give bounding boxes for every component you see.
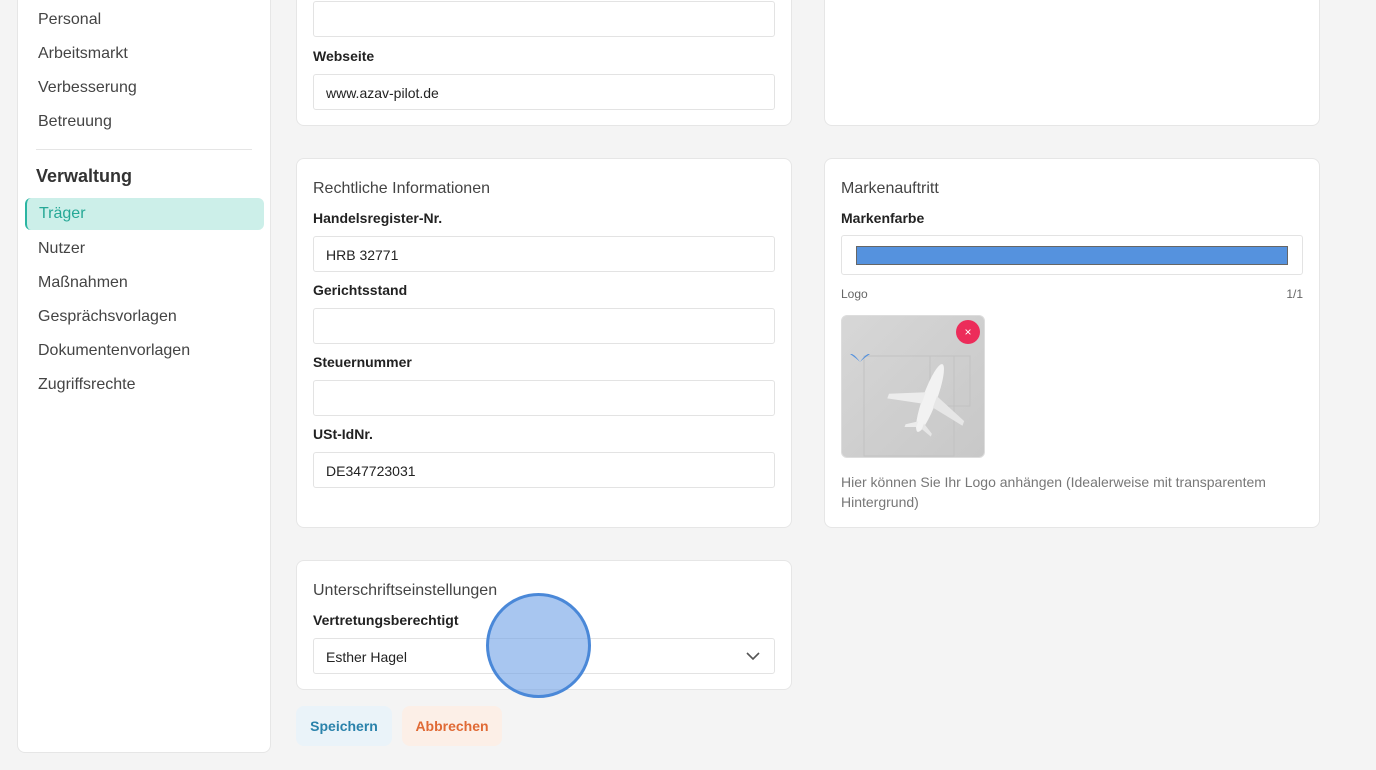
sidebar-item-arbeitsmarkt[interactable]: Arbeitsmarkt	[38, 45, 128, 63]
website-label: Webseite	[313, 48, 375, 64]
previous-field-input[interactable]	[313, 1, 775, 37]
tax-label: Steuernummer	[313, 354, 412, 370]
logo-label: Logo	[841, 287, 868, 301]
sidebar-item-personal[interactable]: Personal	[38, 11, 101, 29]
logo-count: 1/1	[1286, 287, 1303, 301]
cancel-button[interactable]: Abbrechen	[402, 706, 502, 746]
vat-label: USt-IdNr.	[313, 426, 373, 442]
contact-card: Webseite www.azav-pilot.de	[296, 0, 792, 126]
click-indicator	[486, 593, 591, 698]
logo-hint: Hier können Sie Ihr Logo anhängen (Ideal…	[841, 474, 1266, 510]
brand-card: Markenauftritt Markenfarbe Logo 1/1 × Hi…	[824, 158, 1320, 528]
representative-value: Esther Hagel	[326, 649, 407, 665]
brand-color-picker[interactable]	[841, 235, 1303, 275]
sidebar-item-nutzer[interactable]: Nutzer	[38, 240, 85, 258]
brand-info-card	[824, 0, 1320, 126]
save-button[interactable]: Speichern	[296, 706, 392, 746]
legal-card-title: Rechtliche Informationen	[313, 180, 490, 197]
signature-card-title: Unterschriftseinstellungen	[313, 582, 498, 599]
sidebar-item-label: Träger	[39, 205, 86, 222]
sidebar-item-betreuung[interactable]: Betreuung	[38, 113, 112, 131]
sidebar-divider	[36, 149, 252, 150]
brand-card-title: Markenauftritt	[841, 180, 939, 197]
sidebar-item-zugriffsrechte[interactable]: Zugriffsrechte	[38, 376, 136, 394]
legal-info-card: Rechtliche Informationen Handelsregister…	[296, 158, 792, 528]
brand-color-label: Markenfarbe	[841, 210, 925, 226]
tax-input[interactable]	[313, 380, 775, 416]
sidebar-item-traeger[interactable]: Träger	[25, 198, 264, 230]
representative-label: Vertretungsberechtigt	[313, 612, 459, 628]
website-input[interactable]: www.azav-pilot.de	[313, 74, 775, 110]
remove-logo-button[interactable]: ×	[956, 320, 980, 344]
vat-input[interactable]: DE347723031	[313, 452, 775, 488]
sidebar: Personal Arbeitsmarkt Verbesserung Betre…	[17, 0, 271, 753]
brand-color-swatch	[856, 246, 1288, 265]
register-input[interactable]: HRB 32771	[313, 236, 775, 272]
sidebar-item-dokumentenvorlagen[interactable]: Dokumentenvorlagen	[38, 342, 190, 360]
sidebar-item-massnahmen[interactable]: Maßnahmen	[38, 274, 128, 292]
sidebar-item-verbesserung[interactable]: Verbesserung	[38, 79, 137, 97]
court-input[interactable]	[313, 308, 775, 344]
sidebar-item-gespraechsvorlagen[interactable]: Gesprächsvorlagen	[38, 308, 177, 326]
court-label: Gerichtsstand	[313, 282, 408, 298]
close-icon: ×	[964, 325, 972, 339]
chevron-down-icon	[746, 652, 760, 661]
register-label: Handelsregister-Nr.	[313, 210, 443, 226]
sidebar-section-title: Verwaltung	[36, 166, 133, 186]
